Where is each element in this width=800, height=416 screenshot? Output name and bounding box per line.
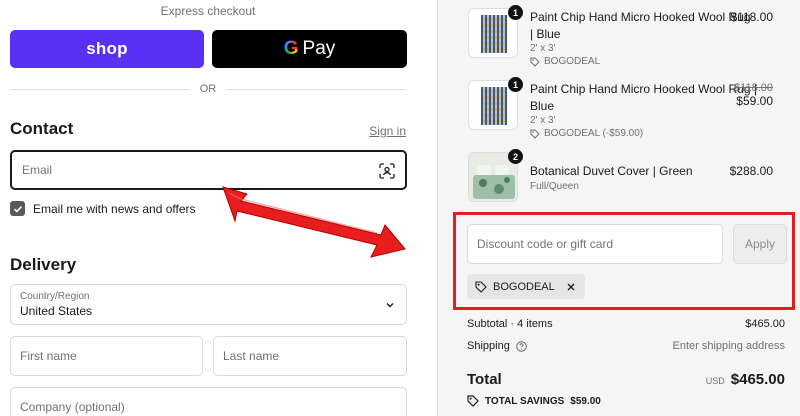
shipping-label-group: Shipping (467, 340, 527, 352)
item-variant: 2' x 3' (530, 43, 556, 54)
total-amount-group: USD $465.00 (706, 371, 785, 388)
help-icon[interactable] (516, 340, 527, 352)
item-discount-code: BOGODEAL (530, 56, 600, 67)
email-input[interactable] (22, 163, 362, 177)
item-variant: 2' x 3' (530, 115, 556, 126)
express-checkout-title: Express checkout (160, 4, 256, 18)
item-name-line1: Botanical Duvet Cover | Green (530, 164, 693, 178)
annotation-arrow-icon (222, 186, 406, 258)
annotation-highlight-box (453, 212, 795, 310)
checkmark-icon (13, 205, 22, 213)
currency-code: USD (705, 376, 725, 386)
item-price: $118.00 (730, 10, 774, 24)
or-line-right (226, 88, 406, 90)
item-code-text: BOGODEAL (544, 56, 601, 67)
cart-item: 2 Botanical Duvet Cover | Green Full/Que… (468, 149, 788, 204)
country-select[interactable]: Country/Region United States (10, 284, 407, 325)
cart-item: 1 Paint Chip Hand Micro Hooked Wool Rug … (468, 5, 788, 68)
item-price: $288.00 (729, 164, 773, 178)
country-label: Country/Region (20, 291, 90, 302)
google-pay-label: Pay (302, 38, 336, 59)
item-name: Paint Chip Hand Micro Hooked Wool Rug | … (530, 81, 757, 115)
first-name-placeholder: First name (20, 349, 77, 363)
google-g-icon: G (283, 38, 299, 59)
tag-icon (530, 129, 540, 139)
savings-label: TOTAL SAVINGS (485, 395, 565, 407)
shipping-value: Enter shipping address (672, 340, 785, 352)
item-name: Paint Chip Hand Micro Hooked Wool Rug | … (530, 9, 751, 43)
quantity-badge: 1 (508, 5, 523, 20)
item-price: $59.00 (736, 94, 773, 108)
item-name-line1: Paint Chip Hand Micro Hooked Wool Rug (530, 10, 751, 24)
savings-value: $59.00 (570, 395, 601, 407)
google-pay-button[interactable]: G Pay (212, 30, 407, 68)
total-value: $465.00 (730, 371, 785, 388)
item-discount-code: BOGODEAL (-$59.00) (530, 128, 643, 139)
quantity-badge: 1 (508, 77, 523, 92)
subtotal-label: Subtotal · 4 items (467, 318, 553, 330)
country-value: United States (20, 304, 93, 318)
cart-item: 1 Paint Chip Hand Micro Hooked Wool Rug … (468, 77, 788, 140)
delivery-heading: Delivery (10, 255, 77, 274)
item-original-price: $118.00 (734, 82, 773, 94)
item-name: Botanical Duvet Cover | Green (530, 163, 693, 180)
contact-heading: Contact (10, 119, 74, 138)
item-name-line1: Paint Chip Hand Micro Hooked Wool Rug | (530, 82, 758, 96)
or-text: OR (199, 83, 217, 95)
first-name-field[interactable]: First name (10, 336, 203, 376)
checkout-form-column: Express checkout shop G Pay OR Contact S… (0, 0, 437, 416)
newsletter-label: Email me with news and offers (33, 202, 196, 216)
order-summary-panel: 1 Paint Chip Hand Micro Hooked Wool Rug … (438, 0, 800, 416)
company-placeholder: Company (optional) (20, 400, 125, 414)
subtotal-row: Subtotal · 4 items $465.00 (467, 318, 785, 330)
shop-pay-label: shop (86, 39, 128, 58)
tag-icon (467, 395, 479, 407)
chevron-down-icon (386, 303, 394, 308)
item-price-block: $118.00 $59.00 (734, 82, 773, 108)
or-divider: OR (10, 82, 406, 96)
shipping-row: Shipping Enter shipping address (467, 340, 785, 352)
total-row: Total USD $465.00 (467, 371, 785, 388)
item-name-line2: Blue (530, 99, 555, 113)
sign-in-link[interactable]: Sign in (369, 124, 406, 138)
item-name-line2: | Blue (530, 27, 561, 41)
newsletter-checkbox[interactable] (10, 201, 25, 216)
or-line-left (10, 88, 190, 90)
scan-face-icon[interactable] (379, 163, 395, 179)
quantity-badge: 2 (508, 149, 523, 164)
last-name-placeholder: Last name (223, 349, 280, 363)
last-name-field[interactable]: Last name (213, 336, 407, 376)
subtotal-value: $465.00 (745, 318, 785, 330)
total-label: Total (467, 371, 502, 388)
shop-pay-button[interactable]: shop (10, 30, 204, 68)
company-field[interactable]: Company (optional) (10, 387, 407, 416)
shipping-label: Shipping (467, 340, 510, 352)
tag-icon (530, 57, 540, 67)
item-code-text: BOGODEAL (-$59.00) (544, 128, 644, 139)
total-savings: TOTAL SAVINGS $59.00 (467, 395, 601, 407)
item-variant: Full/Queen (530, 181, 579, 192)
